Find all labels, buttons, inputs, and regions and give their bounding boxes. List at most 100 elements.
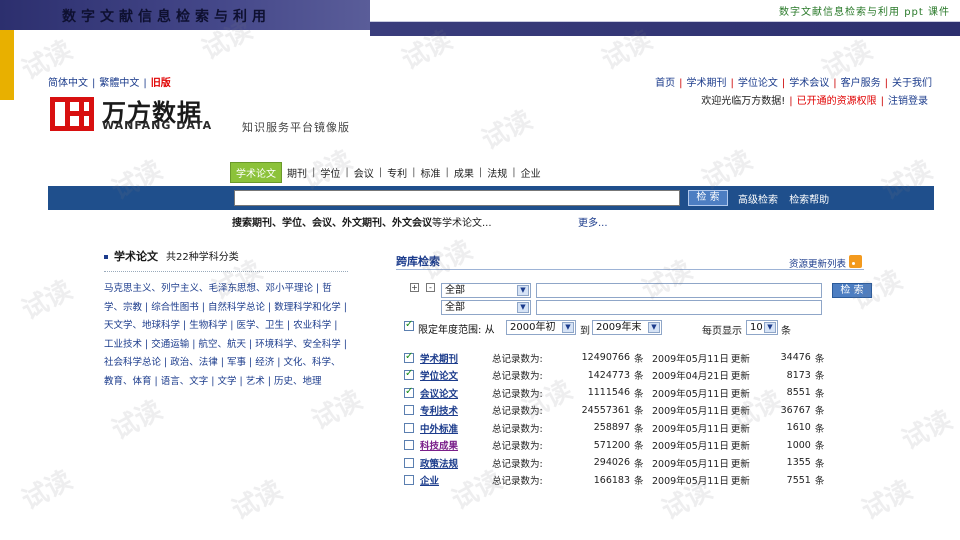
new-unit: 条 bbox=[814, 458, 825, 470]
watermark-text: 试读 bbox=[17, 465, 78, 517]
search-input[interactable] bbox=[234, 190, 680, 206]
rss-icon[interactable] bbox=[849, 255, 862, 268]
database-checkbox[interactable] bbox=[404, 368, 414, 381]
database-name-link[interactable]: 政策法规 bbox=[416, 454, 492, 472]
update-label: 更新 bbox=[730, 476, 750, 488]
permissions-link[interactable]: 已开通的资源权限 bbox=[797, 96, 877, 107]
nav-customer-service[interactable]: 客户服务 bbox=[841, 78, 881, 89]
watermark-text: 试读 bbox=[897, 405, 958, 457]
field-select-2-value: 全部 bbox=[445, 302, 465, 313]
database-name-link[interactable]: 学位论文 bbox=[416, 367, 492, 385]
total-label: 总记录数为: bbox=[492, 371, 543, 383]
lang-traditional-link[interactable]: 繁體中文 bbox=[99, 78, 139, 89]
new-unit: 条 bbox=[814, 423, 825, 435]
tab-degree[interactable]: 学位 bbox=[315, 163, 345, 182]
per-page-value: 10 bbox=[750, 322, 763, 333]
chevron-down-icon: ▼ bbox=[517, 285, 529, 296]
search-hint-bold: 搜索期刊、学位、会议、外文期刊、外文会议 bbox=[232, 218, 432, 229]
subject-panel-title: 学术论文 共22种学科分类 bbox=[104, 248, 348, 264]
update-date: 2009年05月11日 bbox=[652, 388, 729, 400]
database-name-link[interactable]: 科技成果 bbox=[416, 437, 492, 455]
nav-conferences[interactable]: 学术会议 bbox=[789, 78, 829, 89]
total-label: 总记录数为: bbox=[492, 476, 543, 488]
count-unit: 条 bbox=[634, 476, 644, 488]
logout-link[interactable]: 注销登录 bbox=[888, 96, 928, 107]
wanfang-logo[interactable]: 万方数据 WANFANG DATA 知识服务平台镜像版 bbox=[50, 97, 390, 134]
subject-list[interactable]: 马克思主义、列宁主义、毛泽东思想、邓小平理论 | 哲学、宗教 | 综合性图书 |… bbox=[104, 280, 348, 391]
database-checkbox[interactable] bbox=[404, 405, 414, 416]
banner-strip bbox=[370, 22, 960, 36]
year-filter-checkbox[interactable] bbox=[404, 319, 414, 331]
remove-row-icon[interactable]: - bbox=[426, 283, 435, 292]
database-name-link[interactable]: 企业 bbox=[416, 472, 492, 490]
year-to-select[interactable]: 2009年末 ▼ bbox=[592, 320, 662, 335]
database-row: 专利技术 总记录数为: 24557361 条 2009年05月11日 更新 36767 条 bbox=[404, 402, 824, 420]
count-unit: 条 bbox=[634, 353, 644, 365]
keyword-input-2[interactable] bbox=[536, 300, 822, 315]
per-page-select[interactable]: 10 ▼ bbox=[746, 320, 778, 335]
resource-update-link[interactable]: 资源更新列表 bbox=[789, 256, 846, 270]
slide-banner: 数字文献信息检索与利用 数字文献信息检索与利用 ppt 课件 bbox=[0, 0, 960, 36]
tab-conference[interactable]: 会议 bbox=[349, 163, 379, 182]
subject-subtitle: 共22种学科分类 bbox=[166, 252, 239, 263]
update-label: 更新 bbox=[730, 406, 750, 418]
cross-search-header: 跨库检索 资源更新列表 bbox=[396, 252, 864, 270]
new-count: 1000 bbox=[786, 439, 811, 451]
new-count: 34476 bbox=[780, 352, 811, 364]
database-name-link[interactable]: 专利技术 bbox=[416, 402, 492, 420]
search-help-link[interactable]: 检索帮助 bbox=[789, 195, 829, 206]
tab-patent[interactable]: 专利 bbox=[382, 163, 412, 182]
update-label: 更新 bbox=[730, 353, 750, 365]
tab-regulation[interactable]: 法规 bbox=[482, 163, 512, 182]
field-select-2[interactable]: 全部 ▼ bbox=[441, 300, 531, 315]
database-checkbox[interactable] bbox=[404, 351, 414, 363]
search-tabs: 学术论文 期刊 | 学位 | 会议 | 专利 | 标准 | 成果 | 法规 | 企业 bbox=[230, 162, 546, 183]
more-link[interactable]: 更多... bbox=[578, 214, 608, 229]
total-count: 24557361 bbox=[581, 404, 630, 416]
database-name-link[interactable]: 会议论文 bbox=[416, 384, 492, 402]
nav-about[interactable]: 关于我们 bbox=[892, 78, 932, 89]
total-label: 总记录数为: bbox=[492, 353, 543, 365]
tab-journals[interactable]: 期刊 bbox=[282, 163, 312, 182]
search-hint-rest: 等学术论文... bbox=[432, 218, 492, 229]
from-label: 从 bbox=[484, 325, 495, 336]
nav-home[interactable]: 首页 bbox=[655, 78, 675, 89]
nav-journals[interactable]: 学术期刊 bbox=[687, 78, 727, 89]
year-from-select[interactable]: 2000年初 ▼ bbox=[506, 320, 576, 335]
top-nav: 首页 | 学术期刊 | 学位论文 | 学术会议 | 客户服务 | 关于我们 bbox=[655, 78, 932, 89]
subject-title: 学术论文 bbox=[114, 250, 158, 263]
chevron-down-icon: ▼ bbox=[562, 322, 574, 333]
database-name-link[interactable]: 学术期刊 bbox=[416, 349, 492, 367]
count-unit: 条 bbox=[634, 371, 644, 383]
new-unit: 条 bbox=[814, 476, 825, 488]
field-select-1[interactable]: 全部 ▼ bbox=[441, 283, 531, 298]
advanced-search-link[interactable]: 高级检索 bbox=[738, 195, 778, 206]
watermark-text: 试读 bbox=[227, 475, 288, 527]
watermark-text: 试读 bbox=[857, 475, 918, 527]
divider bbox=[104, 271, 348, 272]
database-checkbox[interactable] bbox=[404, 475, 414, 486]
database-checkbox[interactable] bbox=[404, 422, 414, 433]
tab-standard[interactable]: 标准 bbox=[416, 163, 446, 182]
chevron-down-icon: ▼ bbox=[648, 322, 660, 333]
total-count: 294026 bbox=[593, 457, 630, 469]
database-checkbox[interactable] bbox=[404, 457, 414, 468]
new-unit: 条 bbox=[814, 388, 825, 400]
database-checkbox[interactable] bbox=[404, 440, 414, 451]
cross-search-button[interactable]: 检 索 bbox=[832, 283, 872, 298]
add-row-icon[interactable]: + bbox=[410, 283, 419, 292]
nav-theses[interactable]: 学位论文 bbox=[738, 78, 778, 89]
database-name-link[interactable]: 中外标准 bbox=[416, 419, 492, 437]
new-unit: 条 bbox=[814, 353, 825, 365]
watermark-text: 试读 bbox=[17, 275, 78, 327]
tab-academic-papers[interactable]: 学术论文 bbox=[230, 162, 282, 183]
old-version-link[interactable]: 旧版 bbox=[151, 78, 171, 89]
tab-achievement[interactable]: 成果 bbox=[449, 163, 479, 182]
bullet-icon bbox=[104, 255, 108, 259]
database-checkbox[interactable] bbox=[404, 386, 414, 398]
total-count: 1111546 bbox=[587, 387, 630, 399]
tab-enterprise[interactable]: 企业 bbox=[516, 163, 546, 182]
update-date: 2009年05月11日 bbox=[652, 476, 729, 488]
keyword-input-1[interactable] bbox=[536, 283, 822, 298]
lang-simplified-link[interactable]: 简体中文 bbox=[48, 78, 88, 89]
